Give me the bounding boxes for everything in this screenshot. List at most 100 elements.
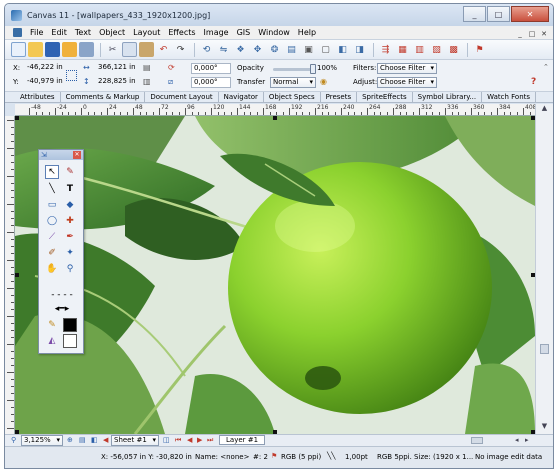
undo-icon[interactable]: ↶ [156, 42, 171, 57]
vertical-scrollbar[interactable]: ▲ ▼ [535, 104, 553, 434]
scroll-left-arrow-icon[interactable]: ◂ [515, 436, 519, 444]
stroke-color-icon[interactable] [63, 318, 77, 332]
bring-front-icon[interactable]: ◧ [335, 42, 350, 57]
fill-bucket-icon[interactable]: ◭ [45, 334, 59, 348]
menu-help[interactable]: Help [294, 26, 320, 40]
filters-select[interactable]: Choose Filter [377, 63, 437, 74]
canvas-area[interactable] [15, 116, 535, 434]
adjust-select[interactable]: Choose Filter [377, 77, 437, 88]
ellipse-icon[interactable]: ◯ [45, 214, 59, 228]
text-tool-icon[interactable]: T [63, 182, 77, 196]
zoom-in-icon[interactable]: ⊕ [67, 436, 73, 444]
last-layer-icon[interactable]: ⏭ [207, 436, 213, 445]
ungroup-icon[interactable]: ✥ [250, 42, 265, 57]
tab-watch-fonts[interactable]: Watch Fonts [482, 92, 537, 102]
help-icon[interactable]: ? [531, 77, 542, 88]
add-sheet-icon[interactable]: ◧ [91, 436, 98, 444]
width-field[interactable]: 366,121 in [96, 63, 142, 74]
apple-photo[interactable] [15, 116, 535, 434]
menu-object[interactable]: Object [95, 26, 129, 40]
open-icon[interactable] [28, 42, 43, 57]
layout-icon[interactable]: ⇶ [378, 42, 393, 57]
fill-icon[interactable]: ✒ [63, 230, 77, 244]
scrollbar-thumb[interactable] [540, 344, 549, 354]
scroll-right-arrow-icon[interactable]: ▸ [525, 436, 529, 444]
scroll-down-arrow-icon[interactable]: ▼ [536, 422, 553, 433]
tab-navigator[interactable]: Navigator [219, 92, 264, 102]
hand-icon[interactable]: ✋ [45, 262, 59, 276]
document-menu-icon[interactable] [13, 28, 22, 37]
stroke-pen-icon[interactable]: ✎ [45, 318, 59, 332]
unlock-icon[interactable]: ▢ [318, 42, 333, 57]
copy-icon[interactable] [122, 42, 137, 57]
fill-color-icon[interactable] [63, 334, 77, 348]
redo-icon[interactable]: ↷ [173, 42, 188, 57]
line-icon[interactable]: ╲ [45, 182, 59, 196]
line-style-icon[interactable]: ▤ [143, 63, 154, 74]
skew-field[interactable]: 0,000° [191, 77, 231, 88]
print-icon[interactable] [79, 42, 94, 57]
minimize-button[interactable]: _ [463, 6, 486, 22]
palette-header[interactable]: ⇲ ✕ [39, 150, 83, 160]
pipette-icon[interactable]: ✚ [63, 214, 77, 228]
arrow-line-icon[interactable]: ◂━▸ [45, 302, 79, 316]
menu-window[interactable]: Window [254, 26, 294, 40]
rectangle-icon[interactable]: ▭ [45, 198, 59, 212]
first-layer-icon[interactable]: ⏮ [175, 436, 181, 445]
palette-close-icon[interactable]: ✕ [73, 151, 81, 159]
scroll-up-arrow-icon[interactable]: ▲ [536, 104, 553, 115]
group-icon[interactable]: ❖ [233, 42, 248, 57]
select-arrow-icon[interactable]: ↖ [45, 165, 59, 179]
prev-sheet-icon[interactable]: ◀ [103, 436, 108, 444]
palette-grip-icon[interactable]: ⇲ [41, 151, 47, 159]
present-icon[interactable]: ▩ [446, 42, 461, 57]
eraser-icon[interactable]: ◆ [63, 198, 77, 212]
combine-icon[interactable]: ❂ [267, 42, 282, 57]
menu-edit[interactable]: Edit [47, 26, 71, 40]
menu-layout[interactable]: Layout [129, 26, 164, 40]
help-tool-icon[interactable]: ⚑ [472, 42, 487, 57]
doc-minimize-button[interactable]: _ [515, 29, 525, 39]
skew-icon[interactable]: ⧄ [168, 77, 179, 88]
menu-gis[interactable]: GIS [233, 26, 255, 40]
menu-text[interactable]: Text [71, 26, 95, 40]
tab-object-specs[interactable]: Object Specs [264, 92, 321, 102]
menu-file[interactable]: File [26, 26, 47, 40]
horizontal-scroll-thumb[interactable] [471, 437, 483, 444]
tab-comments-markup[interactable]: Comments & Markup [61, 92, 146, 102]
tab-document-layout[interactable]: Document Layout [145, 92, 219, 102]
tab-attributes[interactable]: Attributes [15, 92, 61, 102]
x-field[interactable]: -46,222 in [25, 63, 63, 74]
brush-icon[interactable]: ⟋ [45, 230, 59, 244]
menu-image[interactable]: Image [200, 26, 233, 40]
layer-icon[interactable]: ◫ [163, 436, 170, 444]
send-back-icon[interactable]: ◨ [352, 42, 367, 57]
menu-effects[interactable]: Effects [164, 26, 199, 40]
rotation-icon[interactable]: ⟳ [168, 63, 179, 74]
next-layer-icon[interactable]: ▶ [197, 436, 202, 444]
chart3-icon[interactable]: ▧ [429, 42, 444, 57]
page-icon[interactable]: ▤ [79, 436, 86, 444]
reference-point-icon[interactable] [66, 70, 77, 81]
save-icon[interactable] [45, 42, 60, 57]
transfer-select[interactable]: Normal [270, 77, 316, 88]
dashed-line-icon[interactable]: - - - - [45, 288, 79, 302]
rotate-icon[interactable]: ⟲ [199, 42, 214, 57]
chart2-icon[interactable]: ▥ [412, 42, 427, 57]
print-setup-icon[interactable] [62, 42, 77, 57]
cut-icon[interactable]: ✂ [105, 42, 120, 57]
opacity-slider[interactable] [273, 68, 313, 71]
new-icon[interactable] [11, 42, 26, 57]
y-field[interactable]: -40,979 in [25, 77, 63, 88]
opacity-slider-thumb[interactable] [310, 64, 316, 74]
close-button[interactable]: ✕ [511, 6, 549, 22]
magic-wand-icon[interactable]: ✦ [63, 246, 77, 260]
tab-presets[interactable]: Presets [321, 92, 358, 102]
tool-palette[interactable]: ⇲ ✕ ↖ ✎ ╲ T ▭ ◆ ◯ ✚ ⟋ ✒ ✐ ✦ ✋ ⚲ - - - - … [38, 149, 84, 354]
doc-close-button[interactable]: ✕ [539, 29, 549, 39]
align-icon[interactable]: ▤ [284, 42, 299, 57]
horizontal-ruler[interactable]: -48 -24 0 24 48 72 96 120 144 168 192 216 240 264 288 3… [15, 104, 535, 116]
clone-icon[interactable]: ✐ [45, 246, 59, 260]
transfer-options-icon[interactable]: ◉ [320, 77, 331, 88]
rotation-field[interactable]: 0,000° [191, 63, 231, 74]
